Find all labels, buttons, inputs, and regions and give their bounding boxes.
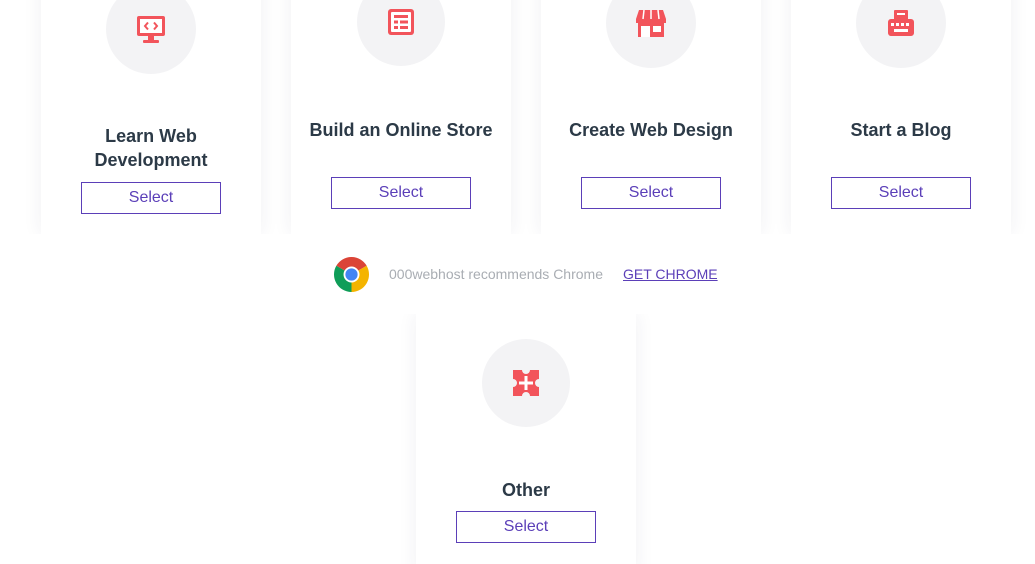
select-button[interactable]: Select (456, 511, 596, 543)
chrome-logo-icon (334, 257, 369, 292)
select-button[interactable]: Select (331, 177, 471, 209)
card-start-a-blog: Start a Blog Select (791, 0, 1011, 234)
card-other: Other Select (416, 314, 636, 564)
card-create-web-design: Create Web Design Select (541, 0, 761, 234)
icon-circle (357, 0, 445, 66)
select-button[interactable]: Select (831, 177, 971, 209)
get-chrome-link[interactable]: GET CHROME (623, 266, 718, 282)
typewriter-icon (888, 10, 914, 36)
puzzle-piece-icon (513, 370, 539, 396)
card-build-online-store: Build an Online Store Select (291, 0, 511, 234)
icon-circle (856, 0, 946, 68)
select-button[interactable]: Select (581, 177, 721, 209)
chrome-recommendation-banner: 000webhost recommends Chrome GET CHROME (0, 234, 1035, 314)
page: Learn Web Development Select Build an On… (0, 0, 1035, 564)
icon-circle (606, 0, 696, 68)
card-learn-web-development: Learn Web Development Select (41, 0, 261, 234)
card-title: Learn Web Development (94, 126, 208, 170)
icon-circle (482, 339, 570, 427)
icon-circle (106, 0, 196, 74)
card-title: Other (501, 480, 550, 500)
banner-message: 000webhost recommends Chrome (389, 266, 603, 282)
store-front-icon (636, 9, 666, 37)
list-document-icon (388, 9, 414, 35)
card-title: Create Web Design (569, 120, 733, 140)
card-title: Build an Online Store (309, 120, 493, 140)
monitor-code-icon (137, 16, 165, 43)
card-title: Start a Blog (850, 120, 952, 140)
select-button[interactable]: Select (81, 182, 221, 214)
